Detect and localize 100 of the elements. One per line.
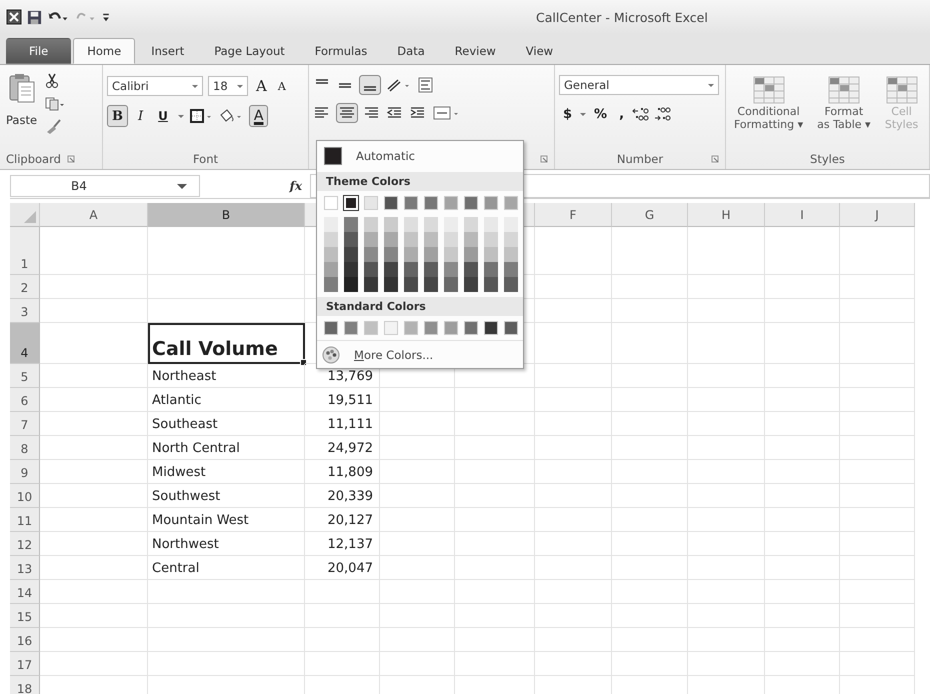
save-icon[interactable] (27, 10, 42, 24)
comma-button[interactable]: , (615, 103, 628, 125)
copy-icon[interactable] (45, 97, 66, 111)
shrink-font-button[interactable]: A (274, 75, 289, 97)
underline-button[interactable]: U (153, 105, 173, 127)
bold-button[interactable]: B (107, 105, 128, 127)
color-swatch[interactable] (404, 232, 418, 247)
color-swatch[interactable] (424, 217, 438, 232)
color-swatch[interactable] (504, 196, 518, 210)
row-header[interactable]: 16 (10, 628, 40, 652)
menu-item[interactable]: More Colors... (354, 348, 434, 362)
color-swatch[interactable] (324, 217, 338, 232)
column-header[interactable]: H (688, 203, 765, 227)
styles-button[interactable]: Format as Table ▾ (813, 69, 875, 149)
color-swatch[interactable] (364, 247, 378, 262)
styles-button[interactable]: Conditional Formatting ▾ (730, 69, 808, 149)
row-header[interactable]: 17 (10, 652, 40, 676)
currency-button[interactable]: $ (559, 103, 576, 125)
color-swatch[interactable] (424, 247, 438, 262)
menu-item[interactable]: Automatic (317, 141, 523, 171)
ribbon-tab[interactable]: Home (73, 38, 136, 64)
color-swatch[interactable] (344, 232, 358, 247)
color-swatch[interactable] (404, 262, 418, 277)
decrease-decimal-icon[interactable] (654, 106, 672, 122)
color-swatch[interactable] (504, 262, 518, 277)
column-header[interactable]: J (840, 203, 915, 227)
column-header[interactable]: G (612, 203, 688, 227)
insert-function-button[interactable]: fx (290, 179, 302, 193)
row-header[interactable]: 18 (10, 676, 40, 694)
color-swatch[interactable] (344, 321, 358, 335)
color-swatch[interactable] (504, 277, 518, 292)
ribbon-tab[interactable]: Formulas (300, 38, 382, 64)
color-swatch[interactable] (364, 321, 378, 335)
border-icon[interactable] (188, 108, 213, 124)
grow-font-button[interactable]: A (253, 75, 270, 97)
ribbon-tab[interactable]: Page Layout (200, 38, 299, 64)
color-swatch[interactable] (424, 262, 438, 277)
color-swatch[interactable] (364, 277, 378, 292)
row-header[interactable]: 5 (10, 364, 40, 388)
color-swatch[interactable] (344, 277, 358, 292)
color-swatch[interactable] (484, 232, 498, 247)
ribbon-tab[interactable]: Data (383, 38, 439, 64)
color-swatch[interactable] (324, 196, 338, 210)
color-swatch[interactable] (484, 262, 498, 277)
row-header[interactable]: 10 (10, 484, 40, 508)
color-swatch[interactable] (384, 277, 398, 292)
paste-button[interactable]: Paste (4, 69, 40, 149)
launcher-icon[interactable] (66, 155, 75, 163)
color-swatch[interactable] (504, 232, 518, 247)
color-swatch[interactable] (444, 196, 458, 210)
color-swatch[interactable] (464, 196, 478, 210)
row-header[interactable]: 3 (10, 299, 40, 323)
color-swatch[interactable] (364, 232, 378, 247)
scissors-icon[interactable] (45, 73, 60, 89)
number-format-field[interactable]: General (559, 75, 719, 95)
color-swatch[interactable] (324, 232, 338, 247)
row-header[interactable]: 7 (10, 412, 40, 436)
color-swatch[interactable] (384, 321, 398, 335)
color-swatch[interactable] (404, 217, 418, 232)
color-swatch[interactable] (444, 232, 458, 247)
color-swatch[interactable] (444, 247, 458, 262)
color-swatch[interactable] (444, 262, 458, 277)
color-swatch[interactable] (404, 277, 418, 292)
color-swatch[interactable] (424, 277, 438, 292)
color-swatch[interactable] (424, 232, 438, 247)
color-swatch[interactable] (484, 321, 498, 335)
color-swatch[interactable] (344, 217, 358, 232)
row-header[interactable]: 13 (10, 556, 40, 580)
italic-button[interactable]: I (133, 105, 148, 127)
align-center-icon[interactable] (336, 103, 358, 123)
ribbon-tab[interactable]: Review (440, 38, 510, 64)
row-header[interactable]: 9 (10, 460, 40, 484)
merge-icon[interactable] (432, 105, 460, 121)
brush-icon[interactable] (45, 119, 62, 135)
row-header[interactable]: 6 (10, 388, 40, 412)
color-swatch[interactable] (384, 217, 398, 232)
percent-button[interactable]: % (590, 103, 612, 125)
font-size-field[interactable]: 18 (208, 76, 248, 96)
color-swatch[interactable] (484, 196, 498, 210)
row-header[interactable]: 15 (10, 604, 40, 628)
color-swatch[interactable] (484, 277, 498, 292)
name-box[interactable]: B4 (10, 175, 200, 197)
color-swatch[interactable] (404, 247, 418, 262)
color-swatch[interactable] (464, 277, 478, 292)
color-swatch[interactable] (384, 232, 398, 247)
color-swatch[interactable] (484, 247, 498, 262)
column-header[interactable]: I (765, 203, 840, 227)
color-swatch[interactable] (384, 247, 398, 262)
color-swatch[interactable] (404, 321, 418, 335)
color-swatch[interactable] (464, 217, 478, 232)
color-swatch[interactable] (444, 217, 458, 232)
color-swatch[interactable] (444, 277, 458, 292)
launcher-icon[interactable] (540, 155, 548, 163)
color-swatch[interactable] (324, 277, 338, 292)
orientation-icon[interactable] (386, 77, 412, 93)
column-header[interactable]: F (535, 203, 612, 227)
color-swatch[interactable] (464, 321, 478, 335)
color-swatch[interactable] (384, 262, 398, 277)
font-color-button[interactable]: A (248, 105, 268, 127)
color-swatch[interactable] (344, 262, 358, 277)
